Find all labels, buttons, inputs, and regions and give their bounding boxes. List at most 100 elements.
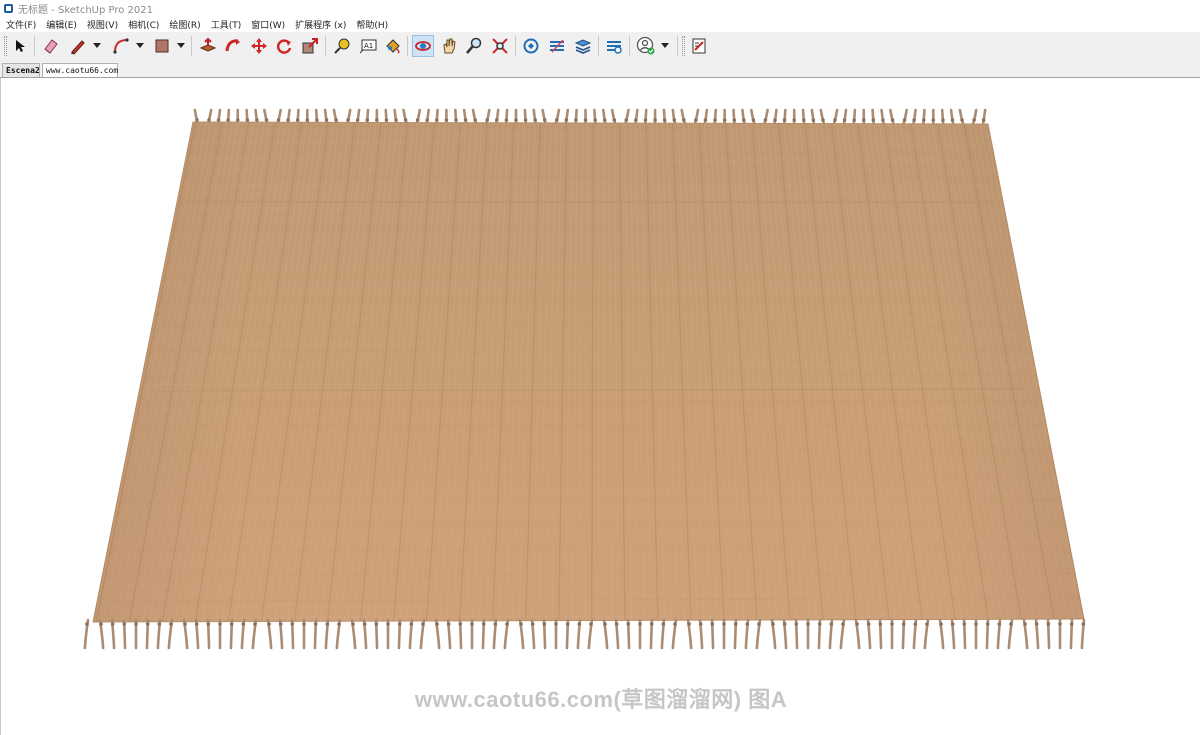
fringe-knot — [643, 118, 648, 122]
fringe-tassel — [671, 108, 677, 126]
toolbar-separator — [325, 36, 326, 56]
fringe-knot — [514, 118, 518, 122]
fringe-tassel — [564, 108, 570, 126]
fringe-knot — [941, 118, 945, 122]
scale-icon[interactable] — [299, 35, 321, 57]
fringe-knot — [355, 118, 360, 122]
fringe-knot — [794, 622, 799, 626]
menu-camera[interactable]: 相机(C) — [128, 18, 159, 31]
fringe-knot — [855, 622, 859, 626]
pan-icon[interactable] — [438, 35, 460, 57]
fringe-knot — [902, 118, 907, 122]
fringe-knot — [435, 622, 439, 626]
menu-edit[interactable]: 编辑(E) — [46, 18, 77, 31]
fringe-knot — [290, 622, 295, 626]
send-to-layout-icon[interactable] — [688, 35, 710, 57]
fringe-tassel — [852, 108, 857, 126]
fringe-knot — [577, 622, 582, 626]
fringe-tassel — [402, 108, 408, 126]
chevron-down-icon[interactable] — [660, 35, 670, 57]
fringe-knot — [742, 118, 746, 122]
3d-warehouse-icon[interactable] — [520, 35, 542, 57]
arc-icon[interactable] — [110, 35, 132, 57]
fringe-knot — [337, 622, 341, 626]
fringe-knot — [624, 118, 629, 122]
fringe-knot — [950, 622, 955, 626]
orbit-icon[interactable] — [412, 35, 434, 57]
fringe-knot — [852, 118, 856, 122]
toolbar-grip[interactable] — [4, 36, 7, 56]
extension-warehouse-icon[interactable] — [546, 35, 568, 57]
menu-extensions[interactable]: 扩展程序 (x) — [295, 18, 346, 31]
eraser-icon[interactable] — [40, 35, 62, 57]
select-arrow-icon[interactable] — [9, 35, 31, 57]
rectangle-icon[interactable] — [151, 35, 173, 57]
follow-me-icon[interactable] — [222, 35, 244, 57]
toolbar-separator — [598, 36, 599, 56]
extension-manager-icon[interactable] — [603, 35, 625, 57]
fringe-knot — [673, 622, 677, 626]
move-icon[interactable] — [248, 35, 270, 57]
zoom-extents-icon[interactable] — [489, 35, 511, 57]
fringe-knot — [710, 622, 715, 626]
fringe-knot — [454, 118, 458, 122]
tape-measure-icon[interactable] — [331, 35, 353, 57]
toolbar-separator — [407, 36, 408, 56]
pencil-line-icon[interactable] — [67, 35, 89, 57]
fringe-tassel — [554, 108, 561, 126]
fringe-tassel — [633, 108, 639, 126]
fringe-knot — [842, 118, 847, 122]
fringe-knot — [110, 622, 115, 626]
fringe-knot — [409, 622, 414, 626]
menu-view[interactable]: 视图(V) — [87, 18, 118, 31]
chevron-down-icon[interactable] — [135, 35, 145, 57]
profile-icon[interactable] — [635, 35, 657, 57]
fringe-knot — [890, 118, 895, 122]
fringe-knot — [890, 622, 894, 626]
scene-tab-escena2[interactable]: Escena2 — [2, 63, 40, 77]
menu-tools[interactable]: 工具(T) — [211, 18, 242, 31]
chevron-down-icon[interactable] — [92, 35, 102, 57]
fringe-knot — [444, 118, 449, 122]
menu-file[interactable]: 文件(F) — [6, 18, 36, 31]
push-pull-icon[interactable] — [197, 35, 219, 57]
fringe-knot — [771, 622, 775, 626]
zoom-icon[interactable] — [463, 35, 485, 57]
toolbar-grip[interactable] — [682, 36, 685, 56]
fringe-knot — [682, 118, 686, 122]
fringe-knot — [950, 118, 955, 122]
fringe-tassel — [819, 108, 826, 126]
rotate-icon[interactable] — [273, 35, 295, 57]
model-viewport[interactable]: www.caotu66.com(草图溜溜网) 图A — [0, 78, 1200, 735]
fringe-knot — [446, 622, 451, 626]
fringe-knot — [939, 622, 943, 626]
watermark-text: www.caotu66.com(草图溜溜网) 图A — [414, 687, 788, 712]
fringe-knot — [871, 118, 876, 122]
fringe-knot — [415, 118, 420, 122]
fringe-tassel — [425, 108, 430, 126]
fringe-tassel — [732, 108, 736, 126]
menu-draw[interactable]: 绘图(R) — [169, 18, 200, 31]
fringe-knot — [485, 118, 490, 122]
layout-icon[interactable] — [572, 35, 594, 57]
menu-window[interactable]: 窗口(W) — [251, 18, 285, 31]
fringe-knot — [757, 622, 761, 626]
menu-help[interactable]: 帮助(H) — [356, 18, 388, 31]
fringe-knot — [997, 622, 1002, 626]
fringe-knot — [972, 118, 976, 122]
fringe-knot — [661, 622, 666, 626]
scene-tab-caotu66[interactable]: www.caotu66.com — [42, 63, 118, 77]
toolbar-separator — [677, 36, 678, 56]
fringe-knot — [157, 622, 162, 626]
menu-bar: 文件(F) 编辑(E) 视图(V) 相机(C) 绘图(R) 工具(T) 窗口(W… — [0, 17, 1200, 32]
paint-bucket-icon[interactable] — [382, 35, 404, 57]
fringe-knot — [1034, 622, 1039, 626]
text-icon[interactable]: A1 — [357, 35, 379, 57]
chevron-down-icon[interactable] — [176, 35, 186, 57]
fringe-knot — [829, 622, 834, 626]
fringe-tassel — [842, 108, 848, 126]
fringe-tassel — [880, 108, 885, 126]
fringe-tassel — [703, 108, 709, 126]
fringe-knot — [195, 118, 199, 122]
fringe-knot — [194, 622, 199, 626]
